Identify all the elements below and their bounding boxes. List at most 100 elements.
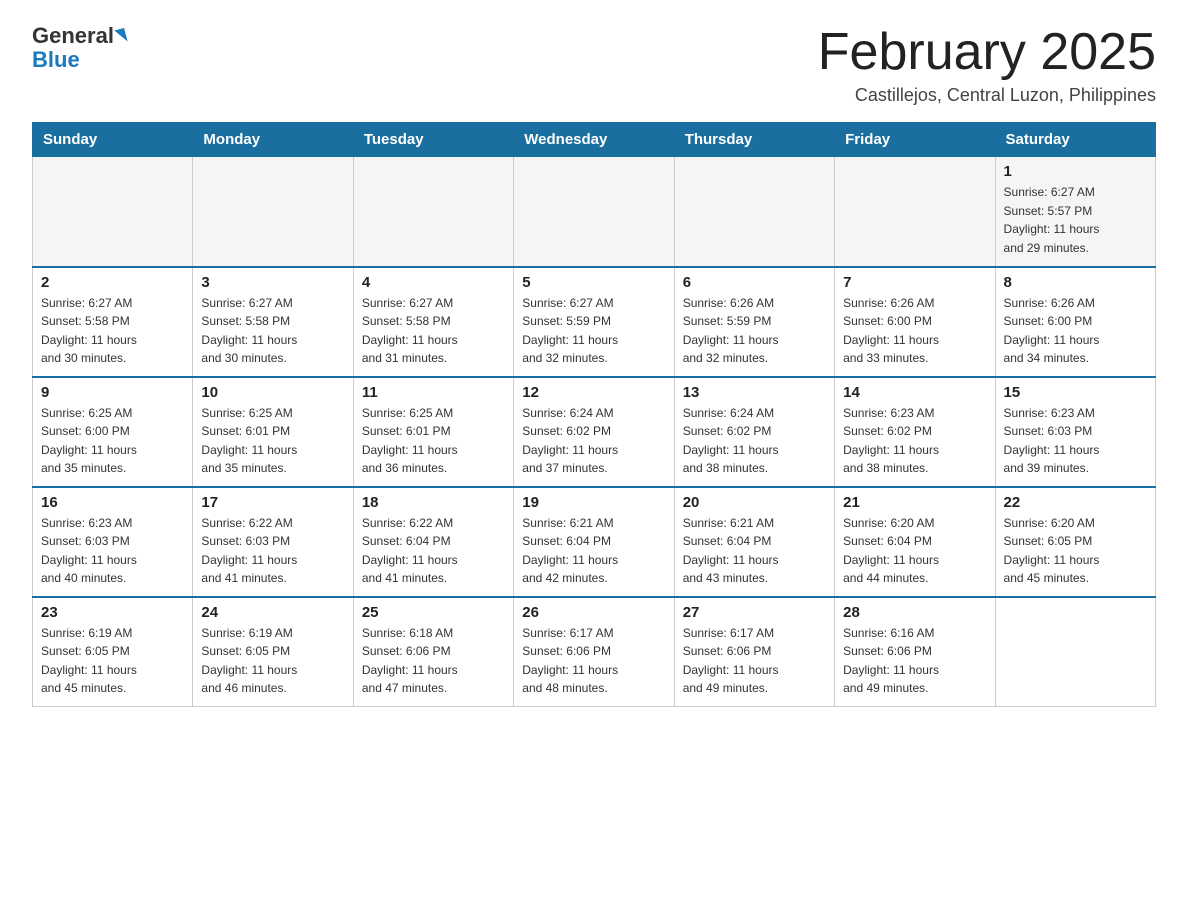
day-number: 20 <box>683 494 826 511</box>
calendar-week-row: 23 Sunrise: 6:19 AMSunset: 6:05 PMDayligh… <box>33 597 1156 707</box>
col-header-wednesday: Wednesday <box>514 123 674 157</box>
calendar-cell: 15 Sunrise: 6:23 AMSunset: 6:03 PMDayligh… <box>995 377 1155 487</box>
day-info: Sunrise: 6:18 AMSunset: 6:06 PMDaylight:… <box>362 624 505 698</box>
day-info: Sunrise: 6:17 AMSunset: 6:06 PMDaylight:… <box>522 624 665 698</box>
day-number: 10 <box>201 384 344 401</box>
day-number: 3 <box>201 274 344 291</box>
day-info: Sunrise: 6:27 AMSunset: 5:58 PMDaylight:… <box>362 294 505 368</box>
day-number: 5 <box>522 274 665 291</box>
calendar-cell: 21 Sunrise: 6:20 AMSunset: 6:04 PMDayligh… <box>835 487 995 597</box>
calendar-cell: 7 Sunrise: 6:26 AMSunset: 6:00 PMDaylight… <box>835 267 995 377</box>
day-info: Sunrise: 6:23 AMSunset: 6:03 PMDaylight:… <box>1004 404 1147 478</box>
day-info: Sunrise: 6:26 AMSunset: 6:00 PMDaylight:… <box>1004 294 1147 368</box>
calendar-cell: 24Sunrise: 6:19 AMSunset: 6:05 PMDayligh… <box>193 597 353 707</box>
calendar-cell: 4 Sunrise: 6:27 AMSunset: 5:58 PMDaylight… <box>353 267 513 377</box>
calendar-cell: 19 Sunrise: 6:21 AMSunset: 6:04 PMDayligh… <box>514 487 674 597</box>
calendar-week-row: 16 Sunrise: 6:23 AMSunset: 6:03 PMDayligh… <box>33 487 1156 597</box>
calendar-cell <box>33 157 193 267</box>
day-info: Sunrise: 6:23 AMSunset: 6:03 PMDaylight:… <box>41 514 184 588</box>
day-info: Sunrise: 6:21 AMSunset: 6:04 PMDaylight:… <box>683 514 826 588</box>
calendar-week-row: 2 Sunrise: 6:27 AMSunset: 5:58 PMDaylight… <box>33 267 1156 377</box>
day-info: Sunrise: 6:22 AMSunset: 6:03 PMDaylight:… <box>201 514 344 588</box>
calendar-cell <box>514 157 674 267</box>
day-number: 11 <box>362 384 505 401</box>
day-info: Sunrise: 6:20 AMSunset: 6:04 PMDaylight:… <box>843 514 986 588</box>
day-info: Sunrise: 6:19 AMSunset: 6:05 PMDaylight:… <box>41 624 184 698</box>
day-info: Sunrise: 6:16 AMSunset: 6:06 PMDaylight:… <box>843 624 986 698</box>
day-info: Sunrise: 6:27 AMSunset: 5:57 PMDaylight:… <box>1004 183 1147 257</box>
day-info: Sunrise: 6:25 AMSunset: 6:01 PMDaylight:… <box>362 404 505 478</box>
day-number: 7 <box>843 274 986 291</box>
calendar-cell: 18Sunrise: 6:22 AMSunset: 6:04 PMDayligh… <box>353 487 513 597</box>
day-info: Sunrise: 6:25 AMSunset: 6:01 PMDaylight:… <box>201 404 344 478</box>
title-section: February 2025 Castillejos, Central Luzon… <box>818 24 1156 106</box>
day-info: Sunrise: 6:19 AMSunset: 6:05 PMDaylight:… <box>201 624 344 698</box>
location-title: Castillejos, Central Luzon, Philippines <box>818 85 1156 106</box>
calendar-cell: 6 Sunrise: 6:26 AMSunset: 5:59 PMDaylight… <box>674 267 834 377</box>
day-info: Sunrise: 6:27 AMSunset: 5:58 PMDaylight:… <box>41 294 184 368</box>
calendar-cell: 14 Sunrise: 6:23 AMSunset: 6:02 PMDayligh… <box>835 377 995 487</box>
calendar-cell: 9 Sunrise: 6:25 AMSunset: 6:00 PMDaylight… <box>33 377 193 487</box>
day-number: 8 <box>1004 274 1147 291</box>
logo-arrow-icon <box>114 28 127 44</box>
day-number: 6 <box>683 274 826 291</box>
day-number: 21 <box>843 494 986 511</box>
day-number: 19 <box>522 494 665 511</box>
calendar-cell: 10 Sunrise: 6:25 AMSunset: 6:01 PMDayligh… <box>193 377 353 487</box>
calendar-cell <box>674 157 834 267</box>
day-info: Sunrise: 6:21 AMSunset: 6:04 PMDaylight:… <box>522 514 665 588</box>
day-info: Sunrise: 6:24 AMSunset: 6:02 PMDaylight:… <box>522 404 665 478</box>
col-header-saturday: Saturday <box>995 123 1155 157</box>
calendar-cell <box>193 157 353 267</box>
calendar-week-row: 9 Sunrise: 6:25 AMSunset: 6:00 PMDaylight… <box>33 377 1156 487</box>
calendar-cell <box>835 157 995 267</box>
calendar-cell: 28Sunrise: 6:16 AMSunset: 6:06 PMDayligh… <box>835 597 995 707</box>
calendar-cell: 3 Sunrise: 6:27 AMSunset: 5:58 PMDaylight… <box>193 267 353 377</box>
day-number: 22 <box>1004 494 1147 511</box>
day-number: 18 <box>362 494 505 511</box>
day-number: 23 <box>41 604 184 621</box>
day-info: Sunrise: 6:26 AMSunset: 6:00 PMDaylight:… <box>843 294 986 368</box>
calendar-cell <box>995 597 1155 707</box>
calendar-cell: 25Sunrise: 6:18 AMSunset: 6:06 PMDayligh… <box>353 597 513 707</box>
calendar-cell: 20 Sunrise: 6:21 AMSunset: 6:04 PMDayligh… <box>674 487 834 597</box>
day-info: Sunrise: 6:27 AMSunset: 5:59 PMDaylight:… <box>522 294 665 368</box>
calendar-cell: 5 Sunrise: 6:27 AMSunset: 5:59 PMDaylight… <box>514 267 674 377</box>
calendar-cell: 12 Sunrise: 6:24 AMSunset: 6:02 PMDayligh… <box>514 377 674 487</box>
day-number: 2 <box>41 274 184 291</box>
day-number: 15 <box>1004 384 1147 401</box>
day-number: 17 <box>201 494 344 511</box>
day-number: 1 <box>1004 163 1147 180</box>
day-number: 13 <box>683 384 826 401</box>
calendar-cell: 17 Sunrise: 6:22 AMSunset: 6:03 PMDayligh… <box>193 487 353 597</box>
day-info: Sunrise: 6:17 AMSunset: 6:06 PMDaylight:… <box>683 624 826 698</box>
day-info: Sunrise: 6:20 AMSunset: 6:05 PMDaylight:… <box>1004 514 1147 588</box>
calendar-cell <box>353 157 513 267</box>
calendar-cell: 13 Sunrise: 6:24 AMSunset: 6:02 PMDayligh… <box>674 377 834 487</box>
calendar-cell: 16 Sunrise: 6:23 AMSunset: 6:03 PMDayligh… <box>33 487 193 597</box>
day-info: Sunrise: 6:26 AMSunset: 5:59 PMDaylight:… <box>683 294 826 368</box>
month-title: February 2025 <box>818 24 1156 81</box>
logo-blue-text: Blue <box>32 47 80 72</box>
calendar-header-row: SundayMondayTuesdayWednesdayThursdayFrid… <box>33 123 1156 157</box>
logo-general-text: General <box>32 24 114 48</box>
day-number: 14 <box>843 384 986 401</box>
day-number: 9 <box>41 384 184 401</box>
day-info: Sunrise: 6:25 AMSunset: 6:00 PMDaylight:… <box>41 404 184 478</box>
day-info: Sunrise: 6:24 AMSunset: 6:02 PMDaylight:… <box>683 404 826 478</box>
col-header-friday: Friday <box>835 123 995 157</box>
calendar-week-row: 1 Sunrise: 6:27 AMSunset: 5:57 PMDaylight… <box>33 157 1156 267</box>
day-info: Sunrise: 6:27 AMSunset: 5:58 PMDaylight:… <box>201 294 344 368</box>
day-number: 16 <box>41 494 184 511</box>
calendar-table: SundayMondayTuesdayWednesdayThursdayFrid… <box>32 122 1156 707</box>
calendar-cell: 8 Sunrise: 6:26 AMSunset: 6:00 PMDaylight… <box>995 267 1155 377</box>
day-info: Sunrise: 6:23 AMSunset: 6:02 PMDaylight:… <box>843 404 986 478</box>
col-header-thursday: Thursday <box>674 123 834 157</box>
calendar-cell: 1 Sunrise: 6:27 AMSunset: 5:57 PMDaylight… <box>995 157 1155 267</box>
calendar-cell: 27 Sunrise: 6:17 AMSunset: 6:06 PMDayligh… <box>674 597 834 707</box>
day-number: 27 <box>683 604 826 621</box>
day-number: 4 <box>362 274 505 291</box>
calendar-cell: 2 Sunrise: 6:27 AMSunset: 5:58 PMDaylight… <box>33 267 193 377</box>
calendar-cell: 11 Sunrise: 6:25 AMSunset: 6:01 PMDayligh… <box>353 377 513 487</box>
day-number: 12 <box>522 384 665 401</box>
